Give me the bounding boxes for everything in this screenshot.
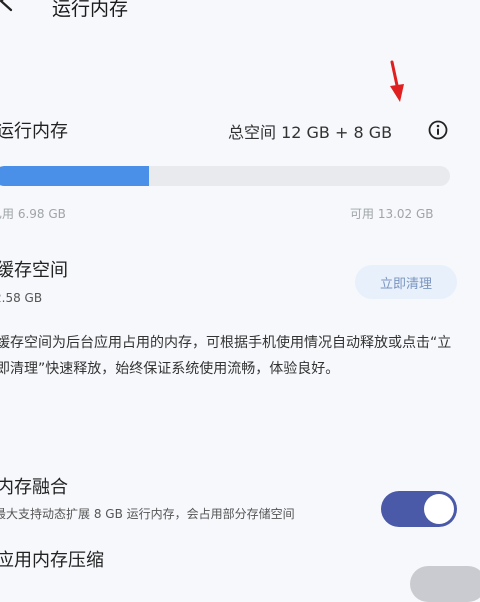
cache-description: 缓存空间为后台应用占用的内存，可根据手机使用情况自动释放或点击“立即清理”快速释… [0, 335, 452, 377]
fusion-subtitle: 最大支持动态扩展 8 GB 运行内存，会占用部分存储空间 [0, 507, 295, 521]
fusion-title: 内存融合 [0, 477, 68, 498]
memory-section-label: 运行内存 [0, 121, 68, 142]
cache-title: 缓存空间 [0, 260, 68, 281]
clean-now-button[interactable]: 立即清理 [355, 265, 457, 299]
memory-usage-bar [0, 166, 450, 186]
red-arrow-icon [390, 60, 404, 102]
memory-usage-fill [0, 166, 150, 186]
compression-toggle[interactable] [410, 566, 480, 602]
toggle-knob [424, 494, 454, 524]
memory-available-label: 可用 13.02 GB [350, 207, 434, 221]
info-icon[interactable] [428, 120, 448, 140]
cache-size: 2.58 GB [0, 291, 43, 305]
memory-total-label: 总空间 12 GB + 8 GB [228, 123, 393, 142]
page-title: 运行内存 [52, 0, 129, 20]
fusion-toggle[interactable] [381, 491, 457, 527]
memory-used-label: 已用 6.98 GB [0, 207, 66, 221]
compression-title: 应用内存压缩 [0, 550, 104, 571]
back-chevron-icon[interactable] [0, 0, 18, 12]
